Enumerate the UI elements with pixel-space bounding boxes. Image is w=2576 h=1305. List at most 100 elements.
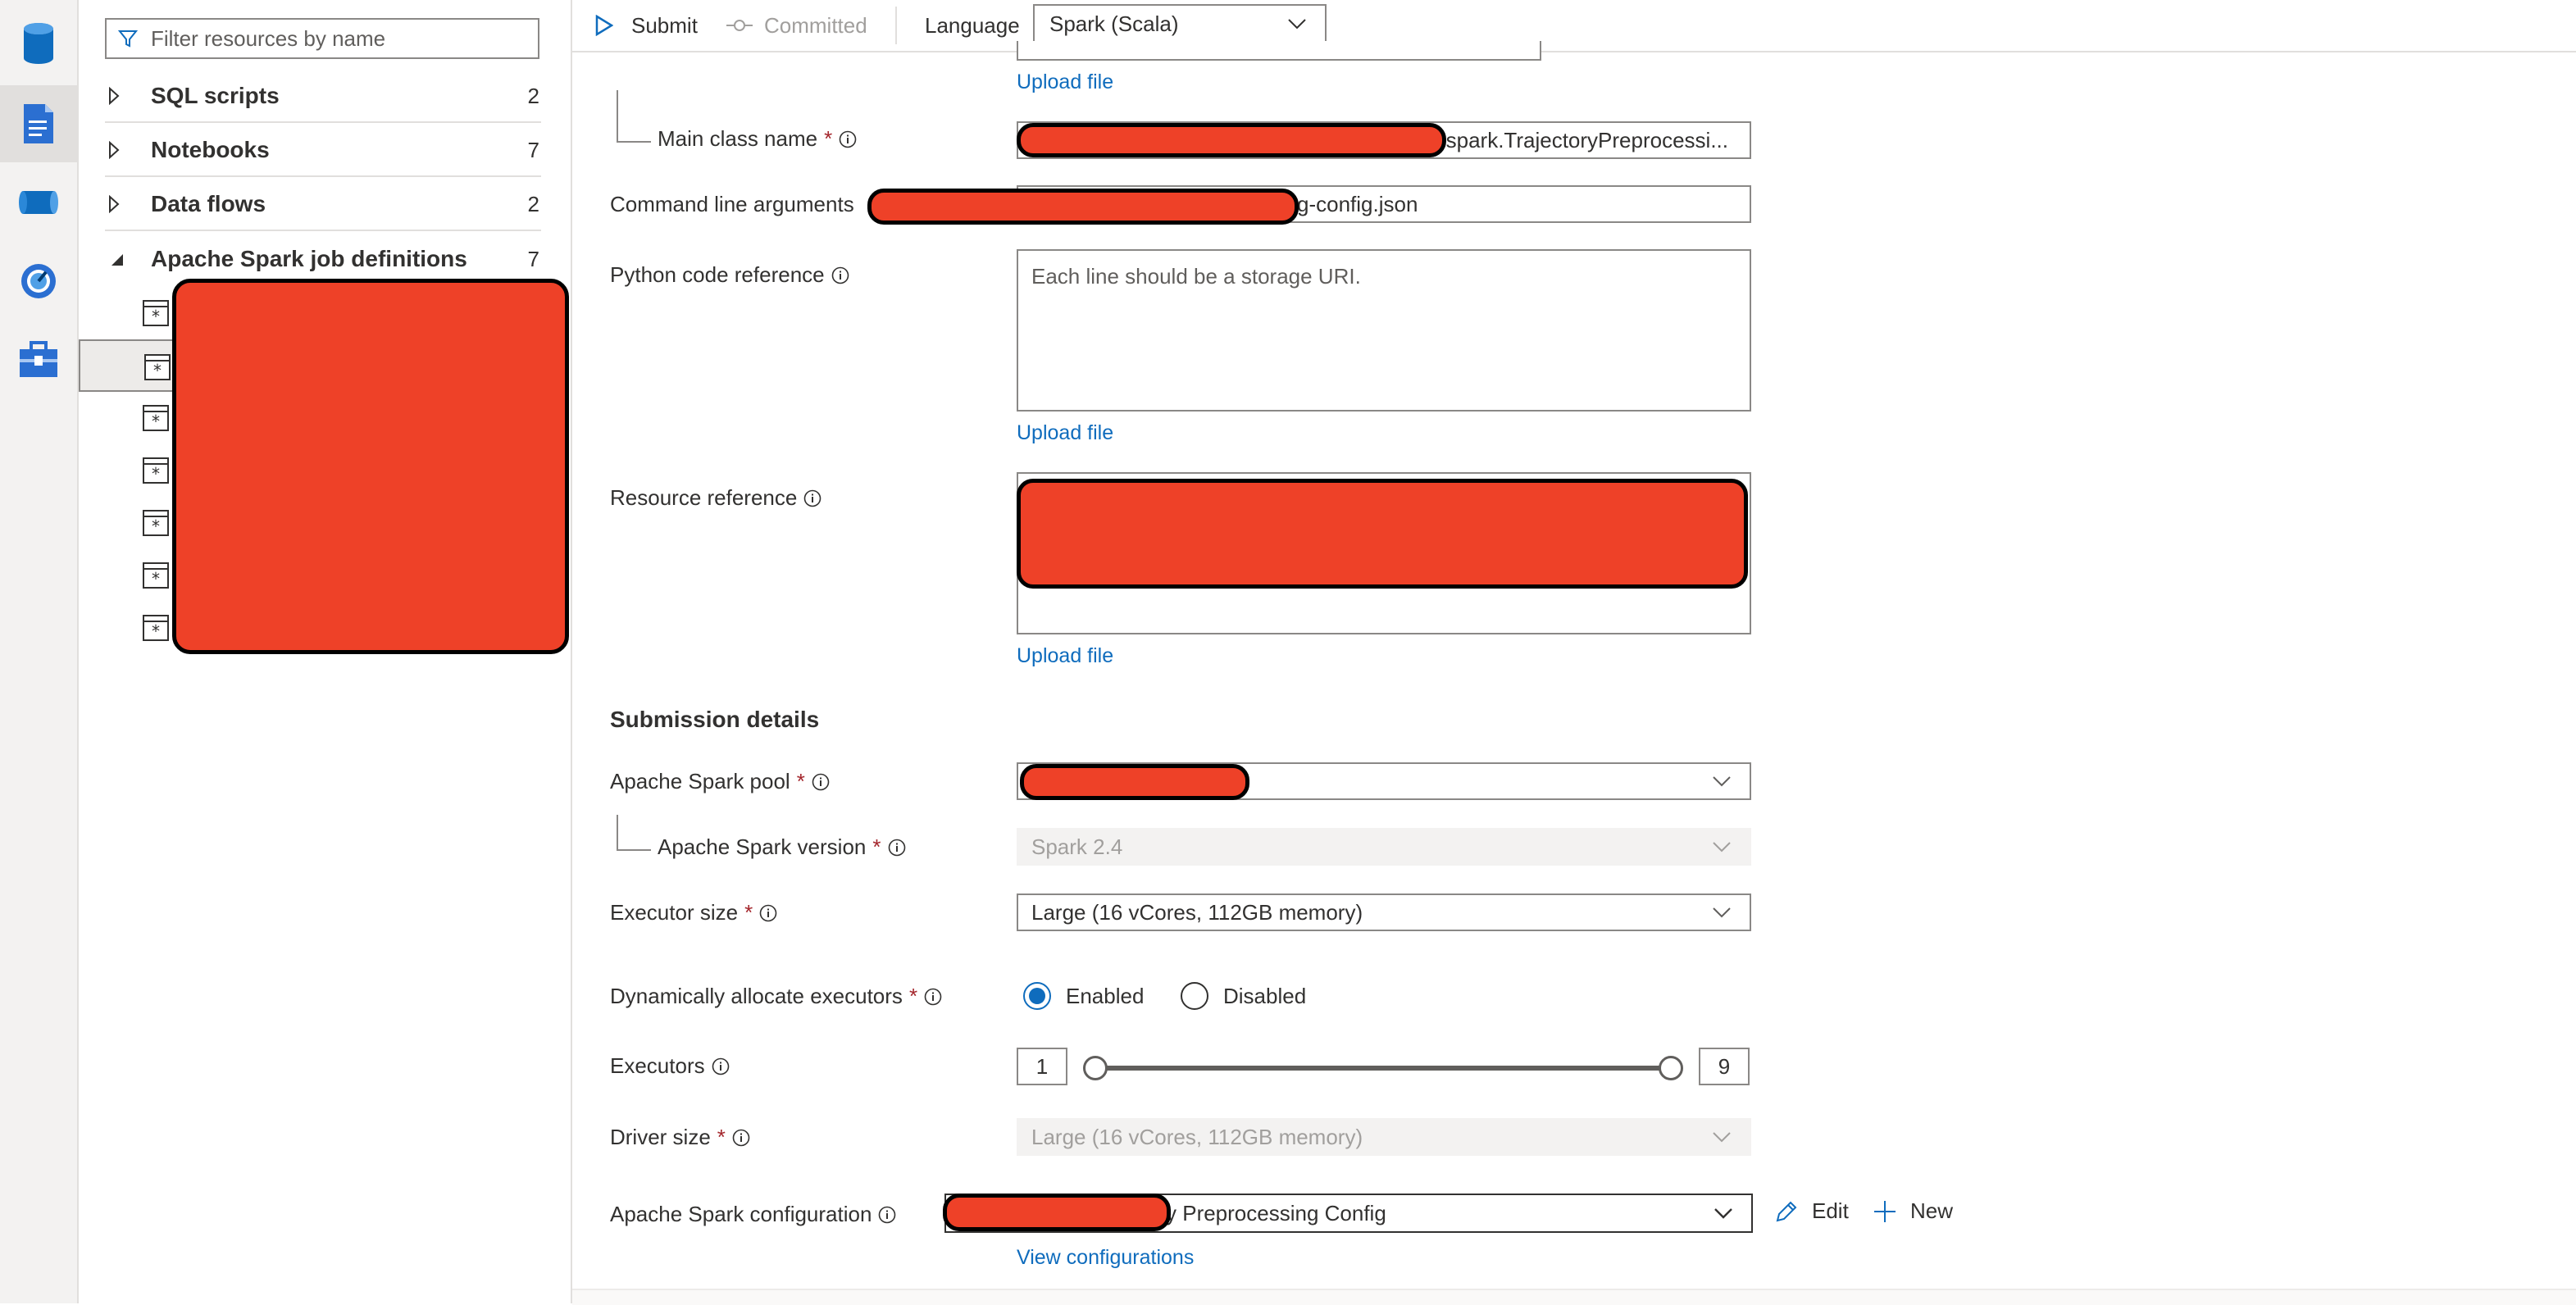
required-marker: * bbox=[872, 834, 881, 859]
tree-group-spark-job-definitions[interactable]: Apache Spark job definitions 7 bbox=[105, 233, 541, 285]
tree-group-count: 2 bbox=[527, 83, 539, 108]
filter-box[interactable] bbox=[105, 18, 539, 59]
spark-pool-label-text: Apache Spark pool bbox=[610, 769, 790, 793]
spark-version-dropdown: Spark 2.4 bbox=[1017, 828, 1751, 866]
new-label: New bbox=[1910, 1198, 1954, 1223]
language-value: Spark (Scala) bbox=[1049, 11, 1179, 36]
info-icon[interactable] bbox=[839, 130, 857, 148]
driver-size-label: Driver size * bbox=[610, 1125, 750, 1150]
svg-text:*: * bbox=[153, 361, 162, 380]
redaction-block bbox=[867, 189, 1299, 225]
document-icon bbox=[24, 104, 53, 143]
spark-config-label: Apache Spark configuration bbox=[610, 1202, 896, 1227]
executors-label-text: Executors bbox=[610, 1053, 705, 1078]
required-marker: * bbox=[908, 984, 918, 1008]
executor-size-label: Executor size * bbox=[610, 900, 777, 925]
info-icon[interactable] bbox=[712, 1057, 730, 1075]
chevron-down-icon bbox=[1713, 776, 1731, 787]
monitor-hub-button[interactable] bbox=[0, 243, 77, 320]
driver-size-label-text: Driver size bbox=[610, 1125, 711, 1149]
upload-file-link-resource[interactable]: Upload file bbox=[1017, 644, 1113, 668]
info-icon[interactable] bbox=[831, 266, 849, 284]
integrate-hub-button[interactable] bbox=[0, 164, 77, 241]
submission-details-title: Submission details bbox=[610, 707, 820, 732]
command-args-value: g-config.json bbox=[1297, 191, 1418, 216]
driver-size-value: Large (16 vCores, 112GB memory) bbox=[1031, 1124, 1363, 1149]
info-icon[interactable] bbox=[759, 904, 777, 922]
executors-min-input[interactable]: 1 bbox=[1017, 1048, 1067, 1085]
radio-disabled[interactable]: Disabled bbox=[1181, 982, 1306, 1010]
data-hub-button[interactable] bbox=[0, 5, 77, 82]
spark-job-definition-icon: * bbox=[143, 405, 169, 431]
executor-size-value: Large (16 vCores, 112GB memory) bbox=[1031, 899, 1363, 925]
spark-version-value: Spark 2.4 bbox=[1031, 834, 1123, 859]
dynamic-alloc-label: Dynamically allocate executors * bbox=[610, 984, 942, 1009]
chevron-down-icon bbox=[1713, 842, 1731, 853]
enabled-label: Enabled bbox=[1066, 983, 1145, 1008]
info-icon[interactable] bbox=[878, 1206, 896, 1224]
new-config-button[interactable]: New bbox=[1873, 1198, 1953, 1224]
radio-dot-selected bbox=[1023, 982, 1051, 1010]
main-definition-file-input[interactable] bbox=[1017, 41, 1541, 61]
python-ref-textarea[interactable]: Each line should be a storage URI. bbox=[1017, 249, 1751, 412]
svg-text:*: * bbox=[152, 569, 160, 589]
caret-right-icon bbox=[105, 87, 151, 105]
redaction-block bbox=[172, 279, 569, 654]
spark-job-definition-icon: * bbox=[144, 354, 171, 380]
upload-file-link-definition[interactable]: Upload file bbox=[1017, 70, 1113, 94]
caret-right-icon bbox=[105, 195, 151, 213]
executor-size-dropdown[interactable]: Large (16 vCores, 112GB memory) bbox=[1017, 893, 1751, 931]
edit-config-button[interactable]: Edit bbox=[1774, 1198, 1849, 1224]
info-icon[interactable] bbox=[924, 988, 942, 1006]
resource-explorer: SQL scripts 2 Notebooks 7 Data flows 2 A… bbox=[79, 0, 572, 1303]
upload-file-link-python[interactable]: Upload file bbox=[1017, 421, 1113, 445]
manage-hub-button[interactable] bbox=[0, 321, 77, 398]
info-icon[interactable] bbox=[812, 773, 830, 791]
submit-label: Submit bbox=[631, 12, 698, 38]
language-dropdown[interactable]: Spark (Scala) bbox=[1033, 4, 1327, 43]
spark-version-label-text: Apache Spark version bbox=[658, 834, 867, 859]
radio-enabled[interactable]: Enabled bbox=[1023, 982, 1144, 1010]
executors-slider-track[interactable] bbox=[1095, 1066, 1673, 1071]
tree-group-data-flows[interactable]: Data flows 2 bbox=[105, 179, 541, 231]
submit-button[interactable]: Submit bbox=[595, 0, 698, 51]
play-icon bbox=[595, 15, 613, 36]
tree-group-count: 7 bbox=[527, 137, 539, 162]
required-marker: * bbox=[717, 1125, 726, 1149]
pencil-icon bbox=[1776, 1201, 1797, 1221]
executors-slider-max-thumb[interactable] bbox=[1659, 1056, 1683, 1080]
python-ref-label-text: Python code reference bbox=[610, 262, 825, 287]
committed-button[interactable]: Committed bbox=[726, 0, 867, 51]
executor-size-label-text: Executor size bbox=[610, 900, 739, 925]
spark-job-definition-icon: * bbox=[143, 457, 169, 484]
disabled-label: Disabled bbox=[1223, 983, 1307, 1008]
info-icon[interactable] bbox=[803, 489, 821, 507]
caret-right-icon bbox=[105, 141, 151, 159]
redaction-block bbox=[1020, 764, 1249, 800]
edit-label: Edit bbox=[1812, 1198, 1849, 1223]
info-icon[interactable] bbox=[888, 839, 906, 857]
committed-label: Committed bbox=[764, 12, 867, 38]
tree-group-sql-scripts[interactable]: SQL scripts 2 bbox=[105, 70, 541, 123]
monitor-icon bbox=[21, 264, 56, 298]
chevron-down-icon bbox=[1288, 19, 1306, 30]
executors-max-input[interactable]: 9 bbox=[1699, 1048, 1750, 1085]
svg-text:*: * bbox=[152, 464, 160, 484]
executors-label: Executors bbox=[610, 1053, 730, 1079]
required-marker: * bbox=[744, 900, 753, 925]
filter-resources-input[interactable] bbox=[149, 25, 513, 52]
plus-icon bbox=[1874, 1200, 1896, 1222]
tree-group-count: 2 bbox=[527, 191, 539, 216]
tree-group-label: SQL scripts bbox=[151, 83, 280, 108]
info-icon[interactable] bbox=[732, 1129, 750, 1147]
spark-version-label: Apache Spark version * bbox=[658, 834, 906, 860]
executors-slider-min-thumb[interactable] bbox=[1083, 1056, 1108, 1080]
chevron-down-icon bbox=[1713, 907, 1731, 918]
database-icon bbox=[24, 23, 53, 64]
pipeline-icon bbox=[19, 191, 58, 214]
spark-job-definition-icon: * bbox=[143, 562, 169, 589]
view-configurations-link[interactable]: View configurations bbox=[1017, 1246, 1194, 1270]
spark-config-value: y Preprocessing Config bbox=[1166, 1200, 1386, 1225]
tree-group-notebooks[interactable]: Notebooks 7 bbox=[105, 125, 541, 177]
develop-hub-button[interactable] bbox=[0, 85, 77, 162]
